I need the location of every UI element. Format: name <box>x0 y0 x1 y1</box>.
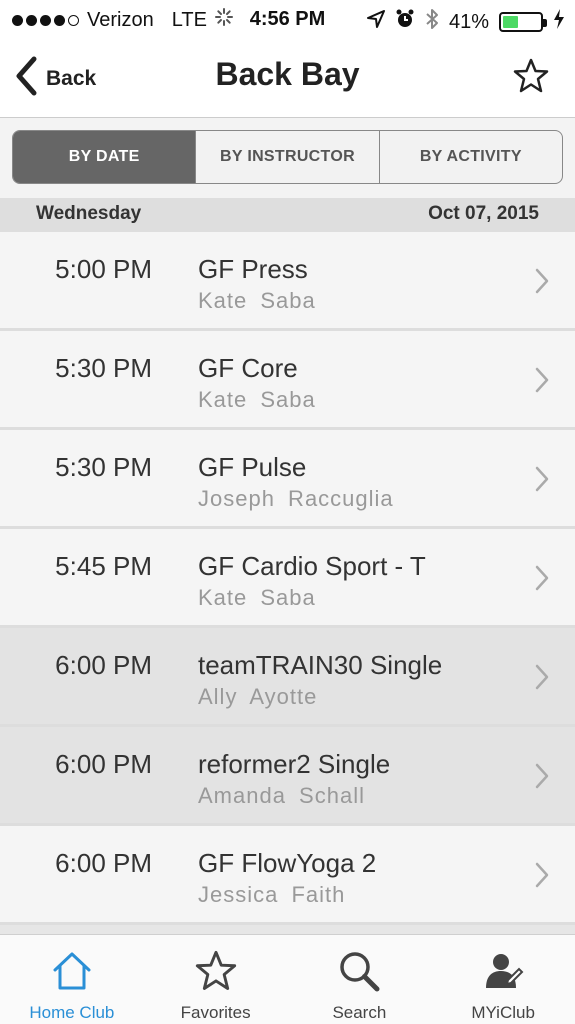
chevron-right-icon <box>535 466 549 497</box>
profile-icon <box>482 949 524 993</box>
tab-label: MYiClub <box>471 1003 535 1022</box>
tab-favorites[interactable]: Favorites <box>144 935 288 1024</box>
tab-myiclub[interactable]: MYiClub <box>431 935 575 1024</box>
home-icon <box>51 949 93 993</box>
section-day: Wednesday <box>36 203 142 224</box>
class-instructor: Amanda Schall <box>198 783 365 808</box>
search-icon <box>337 949 381 993</box>
segment-by-instructor[interactable]: BY INSTRUCTOR <box>195 131 378 183</box>
class-time: 6:00 PM <box>55 749 152 779</box>
charging-bolt-icon <box>553 9 565 35</box>
tab-label: Favorites <box>180 1003 251 1022</box>
class-schedule-list: 5:00 PM GF Press Kate Saba 5:30 PM GF Co… <box>0 232 575 934</box>
class-name: GF Cardio Sport - T <box>198 551 426 581</box>
status-right: 41% <box>366 8 565 36</box>
tab-label: Search <box>332 1003 387 1022</box>
bluetooth-icon <box>425 8 439 36</box>
page-title: Back Bay <box>215 56 360 92</box>
status-bar: Verizon LTE 4:56 PM 41% <box>0 0 575 40</box>
class-row[interactable]: 6:00 PM GF FlowYoga 2 Jessica Faith <box>0 826 575 925</box>
class-time: 5:45 PM <box>55 551 152 581</box>
class-time: 6:00 PM <box>55 650 152 680</box>
navigation-bar: Back Back Bay <box>0 40 575 118</box>
class-instructor: Kate Saba <box>198 288 316 313</box>
class-instructor: Ally Ayotte <box>198 684 318 709</box>
class-row[interactable]: 6:00 PM teamTRAIN30 Single Ally Ayotte <box>0 628 575 727</box>
class-time: 5:30 PM <box>55 353 152 383</box>
class-time: 6:00 PM <box>55 848 152 878</box>
chevron-right-icon <box>535 268 549 299</box>
chevron-right-icon <box>535 763 549 794</box>
battery-percent: 41% <box>448 10 489 33</box>
class-instructor: Jessica Faith <box>198 882 346 907</box>
class-name: teamTRAIN30 Single <box>198 650 443 680</box>
class-row[interactable]: 5:00 PM GF Press Kate Saba <box>0 232 575 331</box>
class-instructor: Kate Saba <box>198 585 316 610</box>
class-name: reformer2 Single <box>198 749 391 779</box>
class-time: 5:30 PM <box>55 452 152 482</box>
chevron-right-icon <box>535 664 549 695</box>
class-row[interactable]: 6:00 PM reformer2 Single Amanda Schall <box>0 727 575 826</box>
class-name: GF FlowYoga 2 <box>198 848 377 878</box>
tab-search[interactable]: Search <box>288 935 432 1024</box>
star-outline-icon <box>513 58 549 93</box>
class-time: 5:00 PM <box>55 254 152 284</box>
chevron-right-icon <box>535 367 549 398</box>
class-row[interactable]: 5:30 PM GF Core Kate Saba <box>0 331 575 430</box>
segment-by-date[interactable]: BY DATE <box>13 131 196 183</box>
date-section-header: Wednesday Oct 07, 2015 <box>0 198 575 232</box>
class-instructor: Joseph Raccuglia <box>198 486 394 511</box>
location-arrow-icon <box>366 10 385 34</box>
battery-icon <box>499 12 547 32</box>
segment-by-activity[interactable]: BY ACTIVITY <box>378 131 562 183</box>
class-name: GF Press <box>198 254 308 284</box>
class-row[interactable]: 5:45 PM GF Cardio Sport - T Kate Saba <box>0 529 575 628</box>
sort-segmented-control: BY DATE BY INSTRUCTOR BY ACTIVITY <box>12 130 563 184</box>
class-row[interactable]: 5:30 PM GF Pulse Joseph Raccuglia <box>0 430 575 529</box>
alarm-clock-icon <box>395 9 415 35</box>
filter-bar: BY DATE BY INSTRUCTOR BY ACTIVITY <box>0 118 575 198</box>
tab-label: Home Club <box>29 1003 115 1022</box>
favorite-star-button[interactable] <box>513 58 549 99</box>
chevron-right-icon <box>535 565 549 596</box>
tab-bar: Home Club Favorites Search MYiClub <box>0 934 575 1024</box>
class-instructor: Kate Saba <box>198 387 316 412</box>
class-name: GF Pulse <box>198 452 307 482</box>
star-icon <box>195 949 237 993</box>
tab-home-club[interactable]: Home Club <box>0 935 144 1024</box>
chevron-right-icon <box>535 862 549 893</box>
section-date: Oct 07, 2015 <box>428 203 539 224</box>
class-name: GF Core <box>198 353 298 383</box>
